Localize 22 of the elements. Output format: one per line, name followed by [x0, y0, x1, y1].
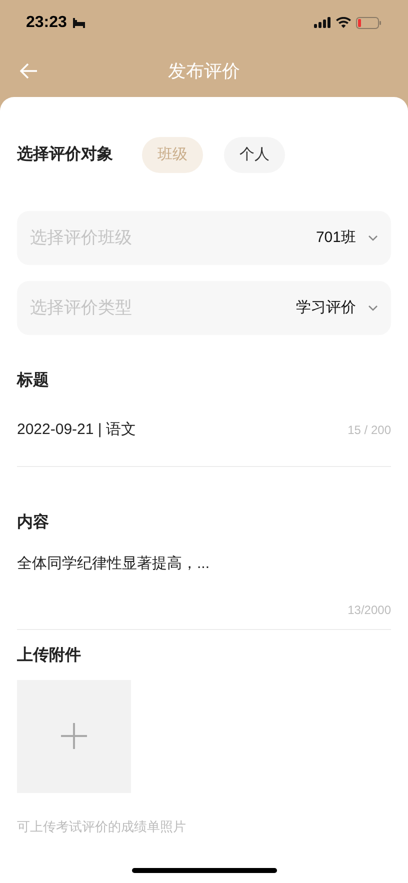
field-label: 内容 — [17, 512, 50, 532]
status-time: 23:23 — [26, 12, 67, 32]
title-input[interactable]: 2022-09-21 | 语文 — [17, 419, 136, 442]
signal-icon — [314, 17, 331, 28]
bed-icon — [72, 18, 86, 28]
option-chip[interactable]: 个人 — [224, 137, 285, 173]
field-label: 选择评价对象 — [17, 144, 113, 165]
wifi-icon — [336, 17, 351, 28]
field-label: 上传附件 — [17, 646, 82, 666]
chevron-down-icon — [368, 235, 378, 241]
upload-hint: 可上传考试评价的成绩单照片 — [17, 818, 187, 836]
plus-icon — [61, 723, 87, 749]
char-count: 15 / 200 — [348, 422, 391, 440]
field-label: 标题 — [17, 370, 50, 391]
select-value: 学习评价 — [296, 298, 356, 318]
battery-icon — [356, 16, 382, 28]
back-arrow-icon — [20, 63, 38, 79]
char-count: 13/2000 — [348, 602, 391, 618]
content-input[interactable]: 全体同学纪律性显著提高，... — [17, 552, 391, 600]
page-title: 发布评价 — [168, 60, 240, 82]
select-value: 701班 — [316, 228, 356, 248]
chevron-down-icon — [368, 305, 378, 311]
